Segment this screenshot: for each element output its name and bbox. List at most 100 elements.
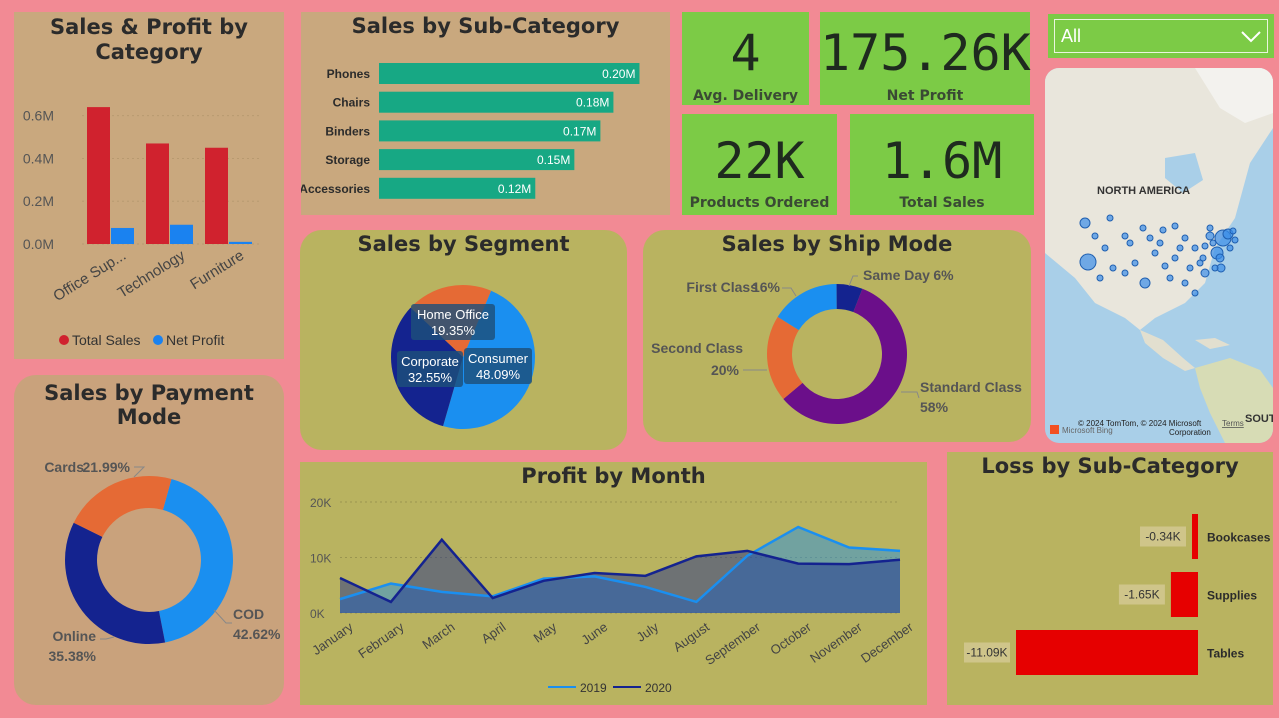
shipmode-label-name: Second Class [651,340,743,356]
payment-chart: COD 42.62% Online 35.38% Cards21.99% [44,459,281,664]
map-bubble-marker[interactable] [1161,262,1169,270]
map-bubble-marker[interactable] [1171,254,1179,262]
shipmode-label-name: Same Day [863,267,930,283]
subcategory-label: Chairs [333,96,371,110]
payment-chart-panel: Sales by Payment Mode COD 42.62% Online 35.… [14,375,284,705]
map-bubble-marker[interactable] [1151,249,1159,257]
map-bubble-marker[interactable] [1121,269,1129,277]
kpi-net-profit-card: 175.26K Net Profit [820,12,1031,105]
chevron-down-icon[interactable] [1239,24,1263,48]
kpi-avg-delivery-card: 4 Avg. Delivery [682,12,809,105]
map-terms-link[interactable]: Terms [1222,419,1244,428]
filter-dropdown[interactable]: All [1054,19,1268,53]
filter-slicer[interactable]: All [1048,14,1274,58]
map-bubble-marker[interactable] [1121,232,1129,240]
month-x-label: March [419,619,457,652]
month-x-label: July [634,619,662,645]
legend-2020-label: 2020 [645,681,672,695]
map-bubble-marker[interactable] [1156,239,1164,247]
category-bar-total-sales [87,107,110,244]
map-bubble-marker[interactable] [1199,254,1207,262]
map-attribution-2: Corporation [1169,428,1211,437]
map-bubble-marker[interactable] [1166,274,1174,282]
category-chart-panel: Sales & Profit by Category 0.0M 0.2M 0.4M 0… [14,12,284,359]
payment-label-value: 21.99% [83,459,131,475]
category-bar-net-profit [229,241,252,244]
category-bar-total-sales [146,143,169,244]
map-bubble-marker[interactable] [1181,234,1189,242]
payment-label-name: COD [233,606,264,622]
segment-label-value: 48.09% [476,367,521,382]
segment-label-value: 32.55% [408,370,453,385]
map-bubble-marker[interactable] [1146,234,1154,242]
payment-slice-cards [73,476,172,537]
payment-leader-line [133,466,146,478]
loss-bar [1016,630,1198,675]
map-bubble-marker[interactable] [1101,244,1109,252]
shipmode-label-value: 20% [711,362,740,378]
map-bubble-marker[interactable] [1079,217,1091,229]
month-x-label: October [767,619,814,658]
map-bubble-marker[interactable] [1181,279,1189,287]
shipmode-label-value: 16% [752,279,781,295]
segment-label-name: Home Office [417,307,489,322]
shipmode-leader-line [848,275,858,287]
loss-bar [1170,572,1198,617]
month-chart: 0K 10K 20K January February March April May June… [309,496,916,695]
month-x-label: April [479,619,509,646]
subcategory-bar [379,63,640,84]
map-bing-label: Microsoft Bing [1062,426,1113,435]
map-bubble-marker[interactable] [1206,224,1214,232]
map-bubble-marker[interactable] [1106,214,1114,222]
month-x-label: February [355,619,407,661]
map-bubble-marker[interactable] [1231,236,1239,244]
map-bubble-marker[interactable] [1226,244,1234,252]
map-region-label: NORTH AMERICA [1097,185,1190,197]
map-land-caribbean [1195,338,1230,349]
subcategory-label: Storage [325,153,370,167]
map-bubble-marker[interactable] [1131,259,1139,267]
map-bubble-marker[interactable] [1201,242,1209,250]
category-y-tick: 0.6M [23,108,54,124]
map-canvas[interactable]: NORTH AMERICA SOUTH © 2024 TomTom, © 202… [1045,68,1273,443]
map-bubble-marker[interactable] [1191,289,1199,297]
map-bubble-marker[interactable] [1171,222,1179,230]
month-y-tick: 10K [310,552,331,566]
segment-label-value: 19.35% [431,323,476,338]
loss-value: -11.09K [966,646,1007,660]
category-x-label: Office Sup... [50,247,129,305]
map-bubble-marker[interactable] [1191,244,1199,252]
category-x-label: Furniture [187,247,247,293]
map-bubble-marker[interactable] [1205,231,1215,241]
payment-label-value: 42.62% [233,626,281,642]
map-bubble-marker[interactable] [1200,268,1210,278]
map-bubble-marker[interactable] [1186,264,1194,272]
map-bubble-marker[interactable] [1176,244,1184,252]
map-bubble-marker[interactable] [1139,224,1147,232]
kpi-total-sales-value: 1.6M [881,132,1003,190]
map-panel[interactable]: NORTH AMERICA SOUTH © 2024 TomTom, © 202… [1045,68,1273,443]
segment-chart: Consumer48.09% Corporate32.55% Home Office… [391,285,536,430]
legend-total-sales-dot [59,335,69,345]
map-bubble-marker[interactable] [1126,239,1134,247]
map-bubble-marker[interactable] [1139,277,1151,289]
category-y-tick: 0.0M [23,236,54,252]
map-bubble-marker[interactable] [1079,253,1097,271]
subcategory-value: 0.12M [498,182,531,196]
map-bubble-marker[interactable] [1211,264,1219,272]
month-x-label: May [531,619,560,646]
category-bar-total-sales [205,147,228,244]
kpi-products-ordered-card: 22K Products Ordered [682,114,837,215]
map-bubble-marker[interactable] [1229,227,1237,235]
payment-leader-line [100,636,115,640]
map-bubble-marker[interactable] [1109,264,1117,272]
map-land-central-america [1140,330,1195,371]
map-bubble-marker[interactable] [1159,226,1167,234]
map-bubble-marker[interactable] [1215,253,1225,263]
subcategory-value: 0.18M [576,96,609,110]
map-bubble-marker[interactable] [1091,232,1099,240]
category-bar-net-profit [111,227,134,244]
shipmode-slice-second-class [767,316,803,399]
map-bubble-marker[interactable] [1096,274,1104,282]
category-chart: 0.0M 0.2M 0.4M 0.6M Office Sup...Technology F… [23,107,259,348]
